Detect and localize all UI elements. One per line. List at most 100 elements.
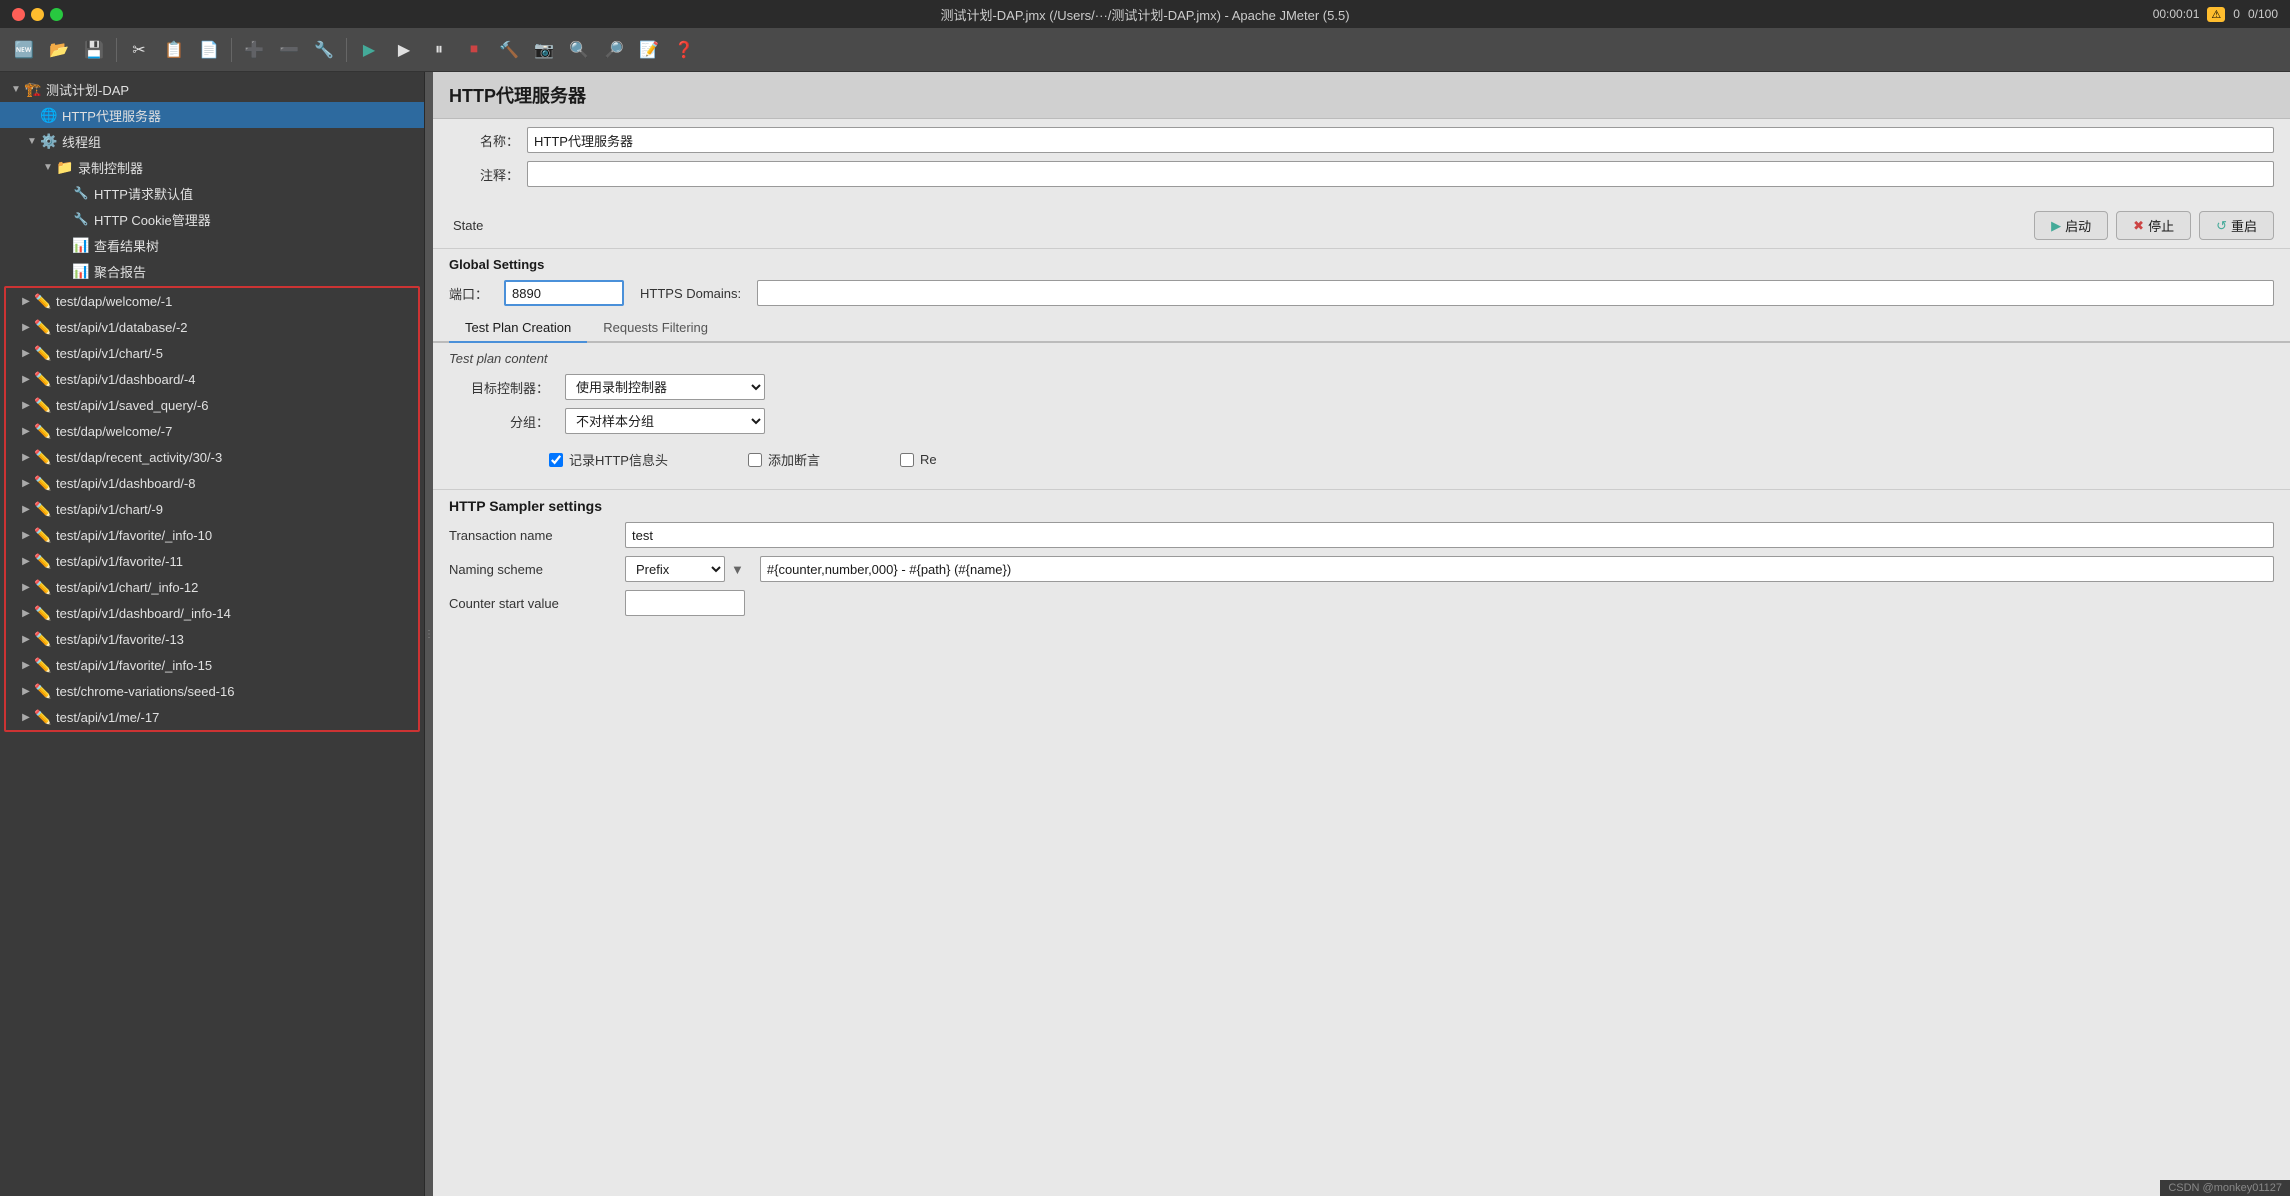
- tabs-bar: Test Plan Creation Requests Filtering: [433, 314, 2290, 343]
- item-13-arrow: [18, 605, 34, 621]
- run-button[interactable]: ▶: [353, 34, 385, 66]
- save-button[interactable]: 💾: [78, 34, 110, 66]
- tree-item-dashboard-info-14[interactable]: ✏️ test/api/v1/dashboard/_info-14: [6, 600, 418, 626]
- log-button[interactable]: 📝: [633, 34, 665, 66]
- new-button[interactable]: 🆕: [8, 34, 40, 66]
- transaction-name-label: Transaction name: [449, 528, 609, 543]
- port-input[interactable]: [504, 280, 624, 306]
- tree-item-chart-9[interactable]: ✏️ test/api/v1/chart/-9: [6, 496, 418, 522]
- cut-button[interactable]: ✂: [123, 34, 155, 66]
- tree-item-favorite-13[interactable]: ✏️ test/api/v1/favorite/-13: [6, 626, 418, 652]
- item-5-arrow: [18, 397, 34, 413]
- target-controller-select[interactable]: 使用录制控制器: [565, 374, 765, 400]
- tree-item-favorite-info-15[interactable]: ✏️ test/api/v1/favorite/_info-15: [6, 652, 418, 678]
- cookie-manager-label: HTTP Cookie管理器: [94, 210, 211, 229]
- naming-pattern-input[interactable]: [760, 556, 2274, 582]
- close-button[interactable]: [12, 8, 25, 21]
- http-defaults-icon: 🔧: [72, 184, 90, 202]
- item-17-label: test/api/v1/me/-17: [56, 710, 159, 725]
- restart-label: 重启: [2231, 216, 2257, 235]
- re-checkbox-row: Re: [900, 450, 937, 469]
- stop-button[interactable]: ⏹: [458, 34, 490, 66]
- item-10-label: test/api/v1/favorite/_info-10: [56, 528, 212, 543]
- pause-button[interactable]: ⏸: [423, 34, 455, 66]
- tree-item-me-17[interactable]: ✏️ test/api/v1/me/-17: [6, 704, 418, 730]
- sidebar-item-http-defaults[interactable]: 🔧 HTTP请求默认值: [0, 180, 424, 206]
- item-14-arrow: [18, 631, 34, 647]
- item-5-label: test/api/v1/saved_query/-6: [56, 398, 208, 413]
- naming-scheme-select[interactable]: Prefix Default: [625, 556, 725, 582]
- tab-requests-filtering[interactable]: Requests Filtering: [587, 314, 724, 343]
- start-button[interactable]: ▶ 启动: [2034, 211, 2108, 240]
- tree-item-welcome-7[interactable]: ✏️ test/dap/welcome/-7: [6, 418, 418, 444]
- group-select[interactable]: 不对样本分组: [565, 408, 765, 434]
- transaction-name-input[interactable]: [625, 522, 2274, 548]
- sidebar-item-results-tree[interactable]: 📊 查看结果树: [0, 232, 424, 258]
- re-label: Re: [920, 452, 937, 467]
- item-11-label: test/api/v1/favorite/-11: [56, 554, 183, 569]
- item-9-label: test/api/v1/chart/-9: [56, 502, 163, 517]
- tree-item-chart-5[interactable]: ✏️ test/api/v1/chart/-5: [6, 340, 418, 366]
- paste-button[interactable]: 📄: [193, 34, 225, 66]
- sidebar-item-http-proxy[interactable]: 🌐 HTTP代理服务器: [0, 102, 424, 128]
- item-10-arrow: [18, 527, 34, 543]
- add-assertions-label: 添加断言: [768, 450, 820, 469]
- tree-root-node[interactable]: 🏗️ 测试计划-DAP: [0, 76, 424, 102]
- sidebar-item-record-controller[interactable]: 📁 录制控制器: [0, 154, 424, 180]
- tree-item-welcome-1[interactable]: ✏️ test/dap/welcome/-1: [6, 288, 418, 314]
- restart-button[interactable]: ↺ 重启: [2199, 211, 2274, 240]
- camera-button[interactable]: 📷: [528, 34, 560, 66]
- comment-input[interactable]: [527, 161, 2274, 187]
- state-left: State: [449, 218, 483, 233]
- copy-button[interactable]: 📋: [158, 34, 190, 66]
- traffic-lights: [12, 8, 63, 21]
- item-13-label: test/api/v1/dashboard/_info-14: [56, 606, 231, 621]
- re-checkbox[interactable]: [900, 453, 914, 467]
- global-settings-title: Global Settings: [433, 249, 2290, 276]
- stop-button[interactable]: ✖ 停止: [2116, 211, 2191, 240]
- maximize-button[interactable]: [50, 8, 63, 21]
- tree-item-database-2[interactable]: ✏️ test/api/v1/database/-2: [6, 314, 418, 340]
- test-plan-icon: 🏗️: [24, 80, 42, 98]
- tree-item-saved-query-6[interactable]: ✏️ test/api/v1/saved_query/-6: [6, 392, 418, 418]
- clear-button[interactable]: 🔨: [493, 34, 525, 66]
- sidebar-item-aggregate-report[interactable]: 📊 聚合报告: [0, 258, 424, 284]
- run-no-pause-button[interactable]: ▶: [388, 34, 420, 66]
- aggregate-report-arrow: [56, 263, 72, 279]
- item-16-icon: ✏️: [34, 682, 52, 700]
- name-input[interactable]: [527, 127, 2274, 153]
- panel-header: HTTP代理服务器: [433, 72, 2290, 119]
- toolbar: 🆕 📂 💾 ✂ 📋 📄 ➕ ➖ 🔧 ▶ ▶ ⏸ ⏹ 🔨 📷 🔍 🔎 📝 ❓: [0, 28, 2290, 72]
- results-tree-label: 查看结果树: [94, 236, 159, 255]
- test-plan-subtitle: Test plan content: [449, 351, 2274, 366]
- tab-test-plan-creation[interactable]: Test Plan Creation: [449, 314, 587, 343]
- results-tree-icon: 📊: [72, 236, 90, 254]
- settings-button[interactable]: 🔧: [308, 34, 340, 66]
- counter-start-input[interactable]: [625, 590, 745, 616]
- tree-item-recent-activity-3[interactable]: ✏️ test/dap/recent_activity/30/-3: [6, 444, 418, 470]
- remove-button[interactable]: ➖: [273, 34, 305, 66]
- tree-item-favorite-11[interactable]: ✏️ test/api/v1/favorite/-11: [6, 548, 418, 574]
- sidebar-item-thread-group[interactable]: ⚙️ 线程组: [0, 128, 424, 154]
- tree-item-dashboard-8[interactable]: ✏️ test/api/v1/dashboard/-8: [6, 470, 418, 496]
- zoom-button[interactable]: 🔎: [598, 34, 630, 66]
- add-button[interactable]: ➕: [238, 34, 270, 66]
- http-proxy-label: HTTP代理服务器: [62, 106, 161, 125]
- tree-item-dashboard-4[interactable]: ✏️ test/api/v1/dashboard/-4: [6, 366, 418, 392]
- item-6-icon: ✏️: [34, 422, 52, 440]
- search-button[interactable]: 🔍: [563, 34, 595, 66]
- panel-divider[interactable]: ⋮: [425, 72, 433, 1196]
- help-button[interactable]: ❓: [668, 34, 700, 66]
- sidebar-item-cookie-manager[interactable]: 🔧 HTTP Cookie管理器: [0, 206, 424, 232]
- https-domains-input[interactable]: [757, 280, 2274, 306]
- record-http-headers-checkbox[interactable]: [549, 453, 563, 467]
- tree-item-favorite-info-10[interactable]: ✏️ test/api/v1/favorite/_info-10: [6, 522, 418, 548]
- add-assertions-checkbox[interactable]: [748, 453, 762, 467]
- item-5-icon: ✏️: [34, 396, 52, 414]
- http-defaults-label: HTTP请求默认值: [94, 184, 193, 203]
- sampler-title: HTTP Sampler settings: [449, 498, 2274, 514]
- minimize-button[interactable]: [31, 8, 44, 21]
- tree-item-chart-info-12[interactable]: ✏️ test/api/v1/chart/_info-12: [6, 574, 418, 600]
- tree-item-chrome-16[interactable]: ✏️ test/chrome-variations/seed-16: [6, 678, 418, 704]
- open-button[interactable]: 📂: [43, 34, 75, 66]
